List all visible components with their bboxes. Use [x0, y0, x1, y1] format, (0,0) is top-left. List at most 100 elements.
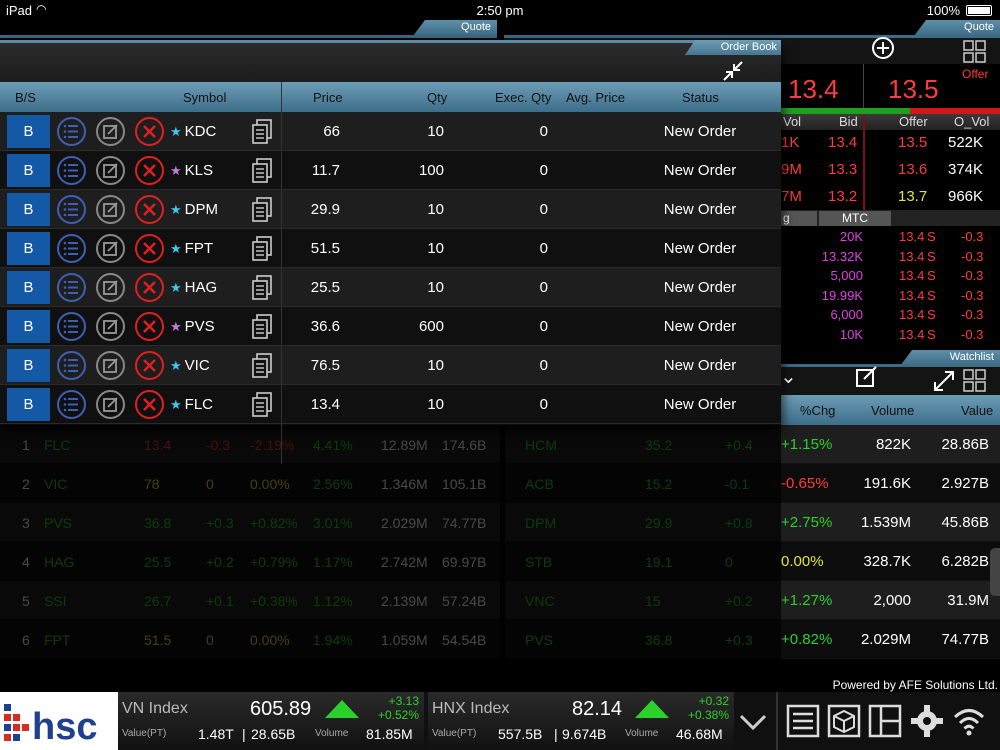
watchlist-row[interactable]: +1.27% 2,000 31.9M	[781, 581, 1000, 620]
watchlist-row[interactable]: -0.65% 191.6K 2.927B	[781, 464, 1000, 503]
cancel-order-icon[interactable]	[135, 234, 164, 263]
trade-row: 6,000 13.4 S -0.3	[781, 307, 1000, 326]
order-price: 13.4	[310, 396, 340, 413]
right-quote-tab[interactable]: Quote	[914, 20, 1000, 36]
bg-cell: 6	[22, 632, 30, 648]
order-row[interactable]: B ★ DPM 29.9 10 0 New Order	[0, 190, 781, 229]
order-history-icon[interactable]	[251, 119, 273, 145]
watchlist-pct-change: +1.27%	[781, 592, 833, 609]
trade-row: 10K 13.4 S -0.3	[781, 327, 1000, 346]
order-row[interactable]: B ★ HAG 25.5 10 0 New Order	[0, 268, 781, 307]
bg-cell: +0.82%	[250, 515, 298, 531]
order-detail-icon[interactable]	[57, 195, 86, 224]
add-icon[interactable]	[871, 36, 895, 60]
portfolio-cube-icon[interactable]	[827, 704, 861, 738]
settings-gear-icon[interactable]	[910, 704, 944, 738]
order-detail-icon[interactable]	[57, 117, 86, 146]
chevron-down-icon[interactable]: ⌄	[780, 364, 797, 389]
hnx-index-value: 82.14	[572, 698, 623, 720]
watchlist-row[interactable]: +2.75% 1.539M 45.86B	[781, 503, 1000, 542]
bg-cell: 26.7	[144, 593, 172, 609]
order-history-icon[interactable]	[251, 275, 273, 301]
buy-sell-badge: B	[7, 271, 50, 304]
watchlist-tab[interactable]: Watchlist	[900, 350, 1000, 366]
order-row[interactable]: B ★ KDC 66 10 0 New Order	[0, 112, 781, 151]
battery-percent: 100%	[926, 3, 960, 18]
order-row[interactable]: B ★ VIC 76.5 10 0 New Order	[0, 346, 781, 385]
subtab-mtc[interactable]: MTC	[819, 211, 891, 226]
order-list-icon[interactable]	[786, 704, 820, 738]
amend-order-icon[interactable]	[96, 117, 125, 146]
order-symbol: ★ KDC	[170, 123, 216, 140]
cancel-order-icon[interactable]	[135, 156, 164, 185]
favorite-star-icon: ★	[170, 280, 182, 295]
order-detail-icon[interactable]	[57, 312, 86, 341]
expand-icon[interactable]	[931, 368, 957, 394]
order-detail-icon[interactable]	[57, 234, 86, 263]
cancel-order-icon[interactable]	[135, 273, 164, 302]
depth-offer: 13.7	[898, 188, 928, 205]
order-detail-icon[interactable]	[57, 351, 86, 380]
grid-layout-icon[interactable]	[963, 40, 987, 64]
favorite-star-icon: ★	[170, 319, 182, 334]
order-status: New Order	[663, 279, 737, 296]
layout-icon[interactable]	[868, 704, 902, 738]
vn-value-label: Value(PT)	[122, 728, 167, 739]
vn-index-panel[interactable]: VN Index 605.89 +3.13 +0.52% Value(PT) 1…	[118, 692, 424, 750]
amend-order-icon[interactable]	[96, 156, 125, 185]
cancel-order-icon[interactable]	[135, 195, 164, 224]
order-detail-icon[interactable]	[57, 390, 86, 419]
amend-order-icon[interactable]	[96, 390, 125, 419]
chevron-down-icon[interactable]	[736, 704, 770, 738]
order-row[interactable]: B ★ FPT 51.5 10 0 New Order	[0, 229, 781, 268]
amend-order-icon[interactable]	[96, 195, 125, 224]
bg-cell: 1.94%	[313, 632, 353, 648]
watchlist-row[interactable]: 0.00% 328.7K 6.282B	[781, 542, 1000, 581]
bg-cell: 1.17%	[313, 554, 353, 570]
depth-header-bid: Bid	[839, 114, 858, 129]
bg-cell: 36.8	[144, 515, 172, 531]
order-history-icon[interactable]	[251, 314, 273, 340]
bg-left-row: 1 FLC 13.4 -0.3 -2.19% 4.41% 12.89M 174.6B	[0, 425, 500, 464]
left-quote-tab[interactable]: Quote	[413, 20, 497, 36]
order-status: New Order	[663, 396, 737, 413]
hnx-index-panel[interactable]: HNX Index 82.14 +0.32 +0.38% Value(PT) 5…	[428, 692, 734, 750]
watchlist-row[interactable]: +1.15% 822K 28.86B	[781, 425, 1000, 464]
vn-separator: |	[242, 726, 246, 742]
side-drawer-handle[interactable]	[990, 548, 1000, 596]
watchlist-grid-icon[interactable]	[963, 369, 987, 393]
subtab-1[interactable]: g	[781, 211, 817, 226]
order-row[interactable]: B ★ KLS 11.7 100 0 New Order	[0, 151, 781, 190]
cancel-order-icon[interactable]	[135, 312, 164, 341]
bg-cell: +0.79%	[250, 554, 298, 570]
edit-icon[interactable]	[854, 364, 880, 390]
order-detail-icon[interactable]	[57, 156, 86, 185]
order-history-icon[interactable]	[251, 197, 273, 223]
bg-mid-row: VNC 15 +0.2	[505, 581, 781, 620]
order-qty: 10	[427, 396, 444, 413]
order-row[interactable]: B ★ PVS 36.6 600 0 New Order	[0, 307, 781, 346]
cancel-order-icon[interactable]	[135, 351, 164, 380]
depth-header-vol: Vol	[783, 114, 802, 129]
order-book-tab[interactable]: Order Book	[685, 40, 781, 55]
bg-left-row: 5 SSI 26.7 +0.1 +0.38% 1.12% 2.139M 57.24B	[0, 581, 500, 620]
order-history-icon[interactable]	[251, 353, 273, 379]
cancel-order-icon[interactable]	[135, 117, 164, 146]
collapse-icon[interactable]	[721, 59, 745, 83]
watchlist-row[interactable]: +0.82% 2.029M 74.77B	[781, 620, 1000, 659]
amend-order-icon[interactable]	[96, 234, 125, 263]
cancel-order-icon[interactable]	[135, 390, 164, 419]
order-row[interactable]: B ★ FLC 13.4 10 0 New Order	[0, 385, 781, 424]
connection-wifi-icon[interactable]	[952, 704, 986, 738]
amend-order-icon[interactable]	[96, 273, 125, 302]
toolbar-divider	[776, 692, 778, 750]
order-detail-icon[interactable]	[57, 273, 86, 302]
buy-sell-badge: B	[7, 310, 50, 343]
order-history-icon[interactable]	[251, 158, 273, 184]
buy-sell-badge: B	[7, 154, 50, 187]
order-history-icon[interactable]	[251, 236, 273, 262]
order-history-icon[interactable]	[251, 392, 273, 418]
watchlist-volume: 822K	[875, 436, 911, 453]
amend-order-icon[interactable]	[96, 312, 125, 341]
amend-order-icon[interactable]	[96, 351, 125, 380]
